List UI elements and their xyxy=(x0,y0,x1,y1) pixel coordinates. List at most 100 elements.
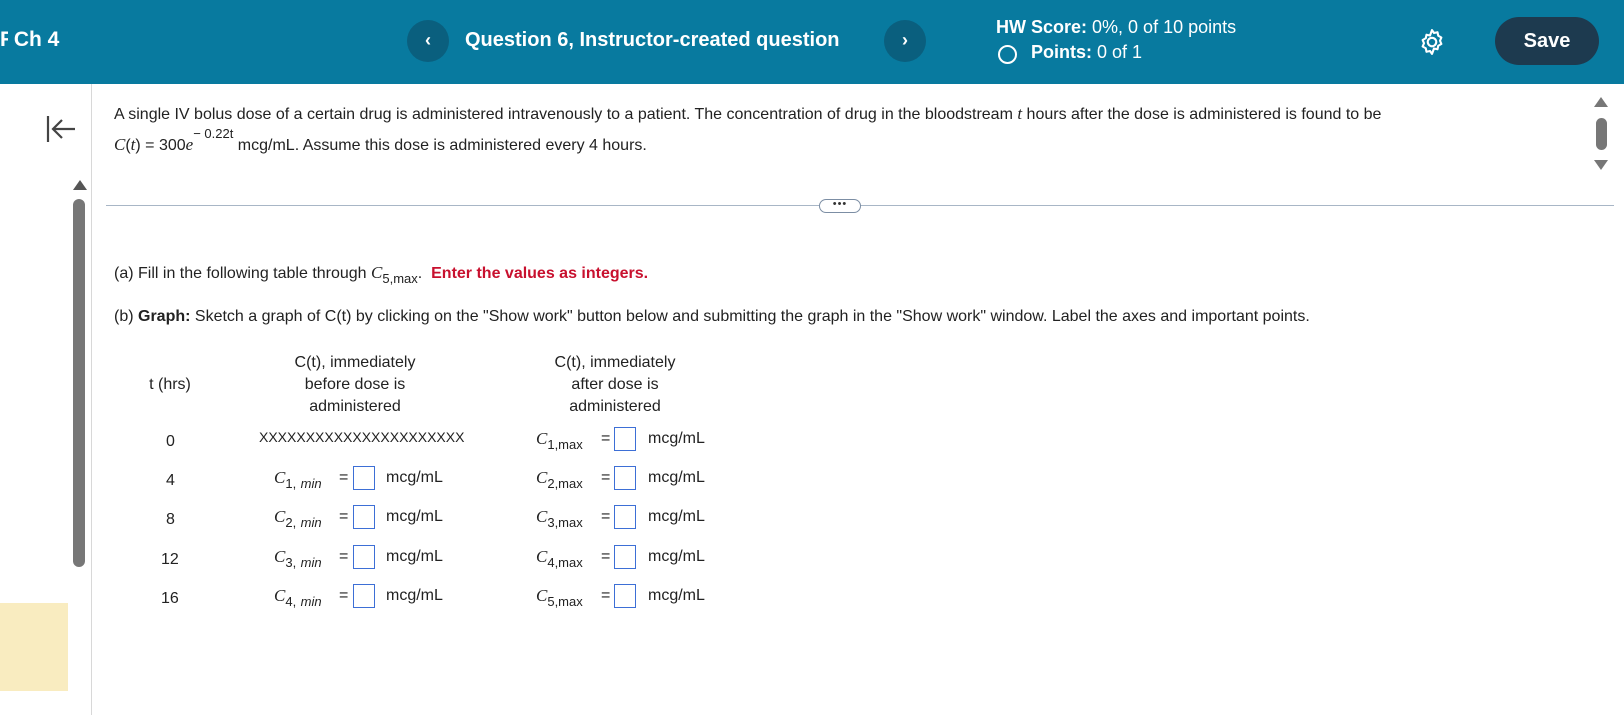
part-b-body: Sketch a graph of C(t) by clicking on th… xyxy=(190,308,1310,325)
equals-sign: = xyxy=(601,430,611,447)
unit-label: mcg/mL xyxy=(648,508,705,525)
c2-max-input[interactable] xyxy=(614,466,636,490)
next-question-button[interactable]: › xyxy=(884,20,926,62)
t-value: 12 xyxy=(161,551,179,568)
right-scroll-up-icon[interactable] xyxy=(1594,97,1608,107)
left-highlight-panel xyxy=(0,603,68,691)
unit-label: mcg/mL xyxy=(648,587,705,604)
left-scrollbar-thumb[interactable] xyxy=(73,199,85,567)
column-header-after: C(t), immediately after dose is administ… xyxy=(515,352,715,418)
after-header-line: after dose is xyxy=(571,376,659,393)
c2-min-input[interactable] xyxy=(353,505,375,529)
left-scroll-up-icon[interactable] xyxy=(73,180,87,190)
equals-sign: = xyxy=(339,469,349,486)
chapter-label: Ch 4 xyxy=(13,28,60,51)
c4-max-input[interactable] xyxy=(614,545,636,569)
c-var: C xyxy=(274,507,286,526)
c-sub-min: min xyxy=(300,555,322,570)
chapter-title[interactable]: F Ch 4 xyxy=(0,28,59,52)
unit-label: mcg/mL xyxy=(648,430,705,447)
c-var: C xyxy=(274,547,286,566)
t-value: 8 xyxy=(166,511,175,528)
c-max-label: C1,max xyxy=(536,429,583,452)
c-var: C xyxy=(536,468,548,487)
part-a-text: (a) Fill in the following table through … xyxy=(114,263,649,286)
before-header-line: administered xyxy=(309,398,401,415)
c-var: C xyxy=(536,586,548,605)
hw-score: HW Score: 0%, 0 of 10 points xyxy=(996,17,1236,38)
part-a-sub: 5,max xyxy=(382,271,418,286)
part-a-var: C xyxy=(371,263,383,282)
func-eq: = 300 xyxy=(140,137,186,154)
right-scroll-down-icon[interactable] xyxy=(1594,160,1608,170)
part-b-prefix: (b) xyxy=(114,308,138,325)
part-b-text: (b) Graph: Sketch a graph of C(t) by cli… xyxy=(114,308,1310,326)
c5-max-input[interactable] xyxy=(614,584,636,608)
unit-label: mcg/mL xyxy=(386,587,443,604)
t-value: 0 xyxy=(166,433,175,450)
equals-sign: = xyxy=(601,548,611,565)
c-max-label: C4,max xyxy=(536,547,583,570)
unit-label: mcg/mL xyxy=(648,548,705,565)
part-b-bold: Graph: xyxy=(138,308,191,325)
column-header-t: t (hrs) xyxy=(149,376,191,393)
func-name: C xyxy=(114,135,126,154)
c-max-label: C3,max xyxy=(536,507,583,530)
hw-score-value: 0%, 0 of 10 points xyxy=(1092,17,1237,37)
c-var: C xyxy=(536,429,548,448)
func-exponent: − 0.22t xyxy=(193,126,234,141)
c1-max-input[interactable] xyxy=(614,427,636,451)
problem-text-c: mcg/mL. Assume this dose is administered… xyxy=(233,137,647,154)
problem-text-b: hours after the dose is administered is … xyxy=(1022,106,1382,123)
top-bar: F Ch 4 ‹ Question 6, Instructor-created … xyxy=(0,0,1624,84)
c-min-label: C2, min xyxy=(274,507,322,530)
c-var: C xyxy=(274,468,286,487)
c-sub: 5,max xyxy=(547,594,583,609)
problem-line-1: A single IV bolus dose of a certain drug… xyxy=(114,99,1584,130)
c3-min-input[interactable] xyxy=(353,545,375,569)
problem-statement: A single IV bolus dose of a certain drug… xyxy=(114,99,1584,161)
equals-sign: = xyxy=(339,548,349,565)
problem-text-a: A single IV bolus dose of a certain drug… xyxy=(114,106,1018,123)
previous-question-button[interactable]: ‹ xyxy=(407,20,449,62)
c-sub: 1,max xyxy=(547,437,583,452)
c-sub-min: min xyxy=(300,594,322,609)
c3-max-input[interactable] xyxy=(614,505,636,529)
equals-sign: = xyxy=(339,508,349,525)
expand-more-button[interactable]: ••• xyxy=(819,199,861,213)
right-scrollbar-thumb[interactable] xyxy=(1596,118,1607,150)
save-button[interactable]: Save xyxy=(1495,17,1599,65)
unit-label: mcg/mL xyxy=(386,548,443,565)
c-sub: 3,max xyxy=(547,515,583,530)
equals-sign: = xyxy=(601,469,611,486)
c1-min-input[interactable] xyxy=(353,466,375,490)
collapse-panel-icon[interactable] xyxy=(44,112,78,146)
equals-sign: = xyxy=(339,587,349,604)
c-sub-min: min xyxy=(300,515,322,530)
c-min-label: C3, min xyxy=(274,547,322,570)
part-a-instruction: Enter the values as integers. xyxy=(431,265,649,282)
before-header-line: before dose is xyxy=(304,376,406,393)
unit-label: mcg/mL xyxy=(386,508,443,525)
before-header-line: C(t), immediately xyxy=(294,354,416,371)
column-header-before: C(t), immediately before dose is adminis… xyxy=(255,352,455,418)
c-sub: 2, xyxy=(285,515,297,530)
points-status-icon xyxy=(998,45,1017,64)
points: Points: 0 of 1 xyxy=(1031,42,1142,63)
problem-line-2: C(t) = 300e− 0.22t mcg/mL. Assume this d… xyxy=(114,126,647,154)
equals-sign: = xyxy=(601,508,611,525)
c-sub: 1, xyxy=(285,476,297,491)
c-sub-min: min xyxy=(300,476,322,491)
hw-score-label: HW Score: xyxy=(996,17,1088,37)
t-value: 16 xyxy=(161,590,179,607)
c-sub: 3, xyxy=(285,555,297,570)
c-var: C xyxy=(274,586,286,605)
c-min-label: C4, min xyxy=(274,586,322,609)
t-value: 4 xyxy=(166,472,175,489)
settings-gear-icon[interactable] xyxy=(1417,27,1447,57)
c-var: C xyxy=(536,547,548,566)
after-header-line: administered xyxy=(569,398,661,415)
equals-sign: = xyxy=(601,587,611,604)
c4-min-input[interactable] xyxy=(353,584,375,608)
before-placeholder: XXXXXXXXXXXXXXXXXXXXXX xyxy=(259,429,465,445)
